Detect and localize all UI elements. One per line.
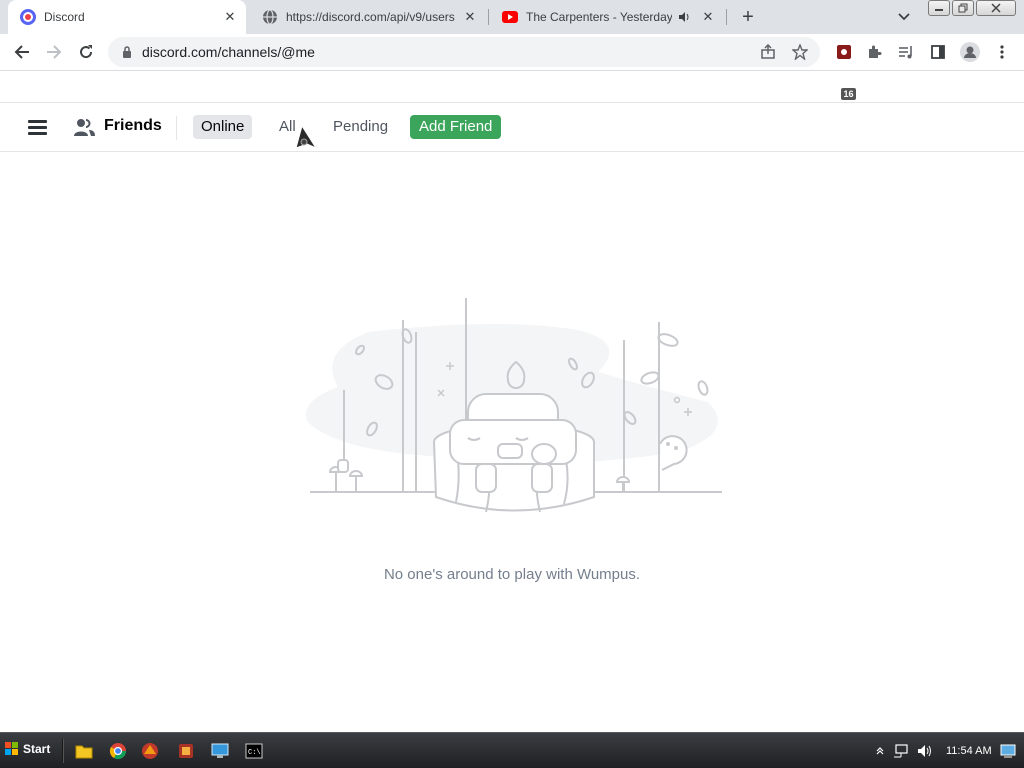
empty-state-message: No one's around to play with Wumpus.: [383, 566, 641, 583]
extension-icon[interactable]: [832, 40, 856, 64]
folder-icon[interactable]: [74, 741, 94, 761]
terminal-icon[interactable]: C:\: [244, 741, 264, 761]
reload-icon[interactable]: [74, 40, 98, 64]
taskbar-clock[interactable]: 11:54 AM: [946, 745, 992, 757]
tab-strip: Discord ✕ https://discord.com/api/v9/use…: [0, 0, 1024, 34]
chrome-icon[interactable]: [108, 741, 128, 761]
friends-header: Friends Online All Pending Add Friend: [0, 102, 1024, 152]
side-panel-icon[interactable]: [926, 40, 950, 64]
show-hidden-icons-icon[interactable]: [872, 743, 888, 759]
lock-icon[interactable]: [120, 45, 134, 59]
tab-close-icon[interactable]: ✕: [700, 9, 716, 25]
minimize-button[interactable]: [928, 0, 950, 16]
url-text[interactable]: discord.com/channels/@me: [142, 44, 756, 60]
share-icon[interactable]: [756, 40, 780, 64]
add-friend-button[interactable]: Add Friend: [410, 115, 502, 139]
friends-icon: [74, 119, 95, 136]
volume-icon[interactable]: [917, 743, 933, 759]
wumpus-illustration: [306, 298, 722, 513]
taskbar: Start C:\ 11:54 AM: [0, 732, 1024, 768]
tab-close-icon[interactable]: ✕: [462, 9, 478, 25]
taskbar-separator: [62, 739, 64, 763]
chrome-menu-icon[interactable]: [990, 40, 1014, 64]
back-icon[interactable]: [10, 40, 34, 64]
app-icon[interactable]: [140, 741, 160, 761]
tab-search-icon[interactable]: [894, 7, 914, 27]
bookmark-star-icon[interactable]: [788, 40, 812, 64]
tab-title: https://discord.com/api/v9/users: [286, 10, 455, 24]
globe-icon: [262, 9, 278, 25]
restore-button[interactable]: [952, 0, 974, 16]
tab-title: The Carpenters - Yesterday O: [526, 10, 672, 24]
tab-online[interactable]: Online: [193, 115, 253, 139]
address-bar[interactable]: discord.com/channels/@me: [108, 37, 820, 67]
show-desktop-icon[interactable]: [1000, 743, 1016, 759]
tab-separator: [726, 9, 727, 25]
tab-title: Discord: [44, 10, 85, 24]
tab-close-icon[interactable]: ✕: [222, 9, 238, 25]
profile-avatar-icon[interactable]: [958, 40, 982, 64]
start-label: Start: [23, 742, 51, 756]
extensions-puzzle-icon[interactable]: [862, 40, 886, 64]
tab-pending[interactable]: Pending: [325, 115, 396, 139]
tab-separator: [488, 9, 489, 25]
media-control-icon[interactable]: [894, 40, 918, 64]
start-button[interactable]: Start: [2, 737, 52, 761]
app-icon[interactable]: [176, 741, 196, 761]
youtube-icon: [502, 9, 518, 25]
network-icon[interactable]: [893, 743, 909, 759]
browser-tab-api[interactable]: https://discord.com/api/v9/users ✕: [250, 0, 486, 34]
speaker-icon[interactable]: [676, 9, 692, 25]
browser-toolbar: discord.com/channels/@me 16: [0, 34, 1024, 100]
new-tab-button[interactable]: +: [736, 5, 760, 29]
svg-text:C:\: C:\: [248, 749, 261, 757]
mouse-cursor-icon: [295, 124, 318, 150]
close-window-button[interactable]: [976, 0, 1016, 16]
browser-tab-discord[interactable]: Discord ✕: [8, 0, 246, 34]
windows-flag-icon: [5, 742, 18, 755]
discord-favicon: [20, 9, 36, 25]
browser-tab-youtube[interactable]: The Carpenters - Yesterday O ✕: [490, 0, 724, 34]
header-divider: [176, 116, 177, 140]
hamburger-menu-icon[interactable]: [28, 120, 48, 136]
forward-icon[interactable]: [42, 40, 66, 64]
extension-badge: 16: [841, 88, 856, 100]
friends-title: Friends: [104, 117, 162, 134]
monitor-icon[interactable]: [210, 741, 230, 761]
